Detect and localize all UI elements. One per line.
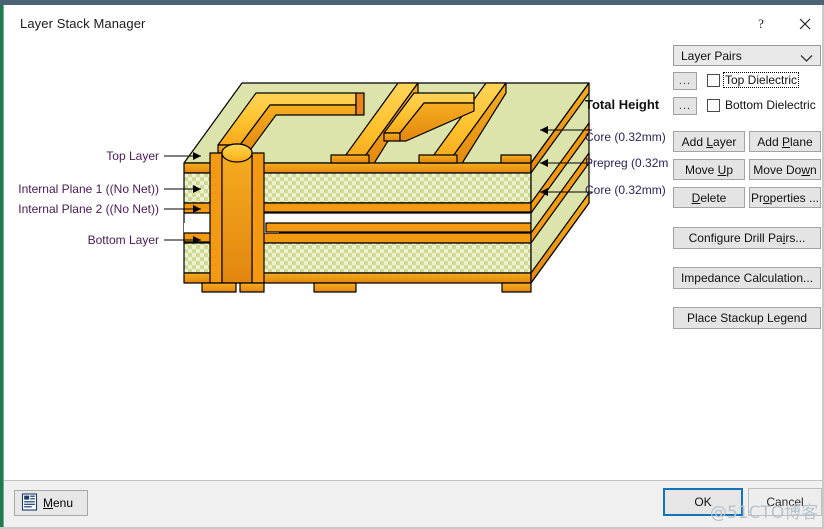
menu-list-icon xyxy=(21,492,38,514)
top-dielectric-checkbox[interactable] xyxy=(707,74,720,87)
window-title: Layer Stack Manager xyxy=(20,16,146,31)
ok-button[interactable]: OK xyxy=(663,488,743,516)
ok-button-label: OK xyxy=(694,495,712,509)
delete-label: Delete xyxy=(691,190,727,205)
diagram-label-internal-plane-1: Internal Plane 1 ((No Net)) xyxy=(18,182,159,196)
properties-button[interactable]: Properties ... xyxy=(749,187,821,208)
diagram-label-internal-plane-2: Internal Plane 2 ((No Net)) xyxy=(18,202,159,216)
title-bar: Layer Stack Manager ? xyxy=(4,5,822,37)
menu-button[interactable]: Menu xyxy=(14,490,88,516)
impedance-calculation-button[interactable]: Impedance Calculation... xyxy=(673,267,821,289)
bottom-dielectric-row: ... Bottom Dielectric xyxy=(673,97,821,117)
footer-bar: Menu OK Cancel xyxy=(4,481,822,527)
diagram-label-prepreg: Prepreg (0.32m xyxy=(585,156,669,170)
place-stackup-legend-button[interactable]: Place Stackup Legend xyxy=(673,307,821,329)
stack-mode-value: Layer Pairs xyxy=(681,49,742,63)
layer-stack-illustration xyxy=(164,82,592,293)
diagram-label-top-layer: Top Layer xyxy=(106,149,159,163)
close-button[interactable] xyxy=(783,10,824,38)
place-stackup-legend-label: Place Stackup Legend xyxy=(686,311,808,325)
move-up-button[interactable]: Move Up xyxy=(673,159,745,180)
question-mark-icon: ? xyxy=(753,16,769,32)
delete-button[interactable]: Delete xyxy=(673,187,745,208)
chevron-down-icon xyxy=(800,52,813,66)
configure-drill-pairs-button[interactable]: Configure Drill Pairs... xyxy=(673,227,821,249)
move-down-label: Move Down xyxy=(753,162,817,177)
move-up-label: Move Up xyxy=(684,162,734,177)
top-dielectric-label: Top Dielectric xyxy=(722,72,800,88)
close-icon xyxy=(798,17,812,31)
configure-drill-pairs-label: Configure Drill Pairs... xyxy=(688,231,806,245)
diagram-label-total-height: Total Height xyxy=(585,97,660,112)
help-button[interactable]: ? xyxy=(739,10,783,38)
properties-label: Properties ... xyxy=(750,190,820,205)
layer-stack-manager-window: Layer Stack Manager ? Top Layer Internal… xyxy=(0,0,824,529)
move-down-button[interactable]: Move Down xyxy=(749,159,821,180)
impedance-calculation-label: Impedance Calculation... xyxy=(680,271,814,285)
add-layer-button[interactable]: Add Layer xyxy=(673,131,745,152)
bottom-dielectric-checkbox[interactable] xyxy=(707,99,720,112)
cancel-button[interactable]: Cancel xyxy=(748,488,822,516)
svg-text:?: ? xyxy=(758,16,764,31)
add-layer-label: Add Layer xyxy=(681,134,737,149)
layer-stack-diagram: Top Layer Internal Plane 1 ((No Net)) In… xyxy=(4,37,669,480)
stack-controls-panel: Layer Pairs ... Top Dielectric ... Botto… xyxy=(669,45,821,475)
client-area: Top Layer Internal Plane 1 ((No Net)) In… xyxy=(4,37,822,480)
top-dielectric-browse-button[interactable]: ... xyxy=(673,72,697,90)
add-plane-button[interactable]: Add Plane xyxy=(749,131,821,152)
diagram-label-core-top: Core (0.32mm) xyxy=(585,130,666,144)
top-dielectric-row: ... Top Dielectric xyxy=(673,72,821,92)
bottom-dielectric-browse-button[interactable]: ... xyxy=(673,97,697,115)
diagram-label-core-bottom: Core (0.32mm) xyxy=(585,183,666,197)
add-plane-label: Add Plane xyxy=(757,134,813,149)
bottom-dielectric-label: Bottom Dielectric xyxy=(725,98,816,112)
menu-button-label: Menu xyxy=(43,496,74,510)
cancel-button-label: Cancel xyxy=(766,495,804,509)
stack-mode-dropdown[interactable]: Layer Pairs xyxy=(673,45,821,66)
diagram-label-bottom-layer: Bottom Layer xyxy=(87,233,159,247)
